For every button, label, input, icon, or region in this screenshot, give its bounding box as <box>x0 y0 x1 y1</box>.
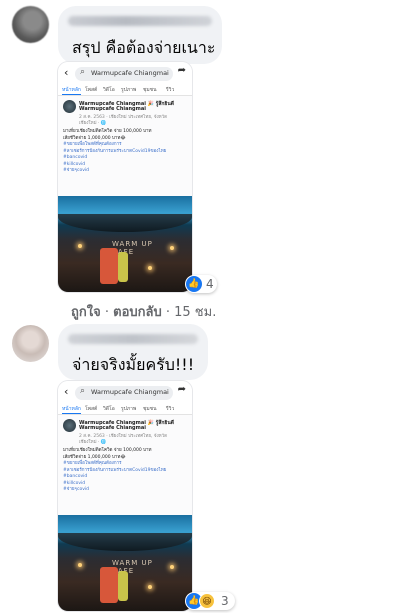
page-name-2: Warmupcafe Chiangmai <box>79 106 146 112</box>
screenshot-search-text: Warmupcafe Chiangmai <box>91 69 169 77</box>
screenshot-tab: รีวิว <box>166 87 175 93</box>
screenshot-tab: รีวิว <box>166 406 175 412</box>
screenshot-tab: รูปภาพ <box>121 87 137 93</box>
comment-bubble: สรุป คือต้องจ่ายเนาะ <box>58 6 222 64</box>
like-icon: 👍 <box>186 276 202 292</box>
screenshot-tabs: หน้าหลัก โพสต์ วิดีโอ รูปภาพ ชุมชน รีวิว <box>58 84 192 96</box>
search-icon: ⌕ <box>80 386 86 396</box>
share-icon: ➦ <box>177 65 186 76</box>
page-meta-2: เชียงใหม่ · 🌐 <box>79 440 107 445</box>
screenshot-post-body: มาเที่ยวเชียงใหม่ติดโควิด จ่าย 100,000 บ… <box>63 448 189 494</box>
awning <box>58 214 192 232</box>
comment-image[interactable]: ‹ ⌕ Warmupcafe Chiangmai ➦ หน้าหลัก โพสต… <box>58 381 192 611</box>
page-meta-2: เชียงใหม่ · 🌐 <box>79 121 107 126</box>
decor-figure <box>100 248 118 284</box>
search-icon: ⌕ <box>80 67 86 77</box>
screenshot-tab: ชุมชน <box>143 87 157 93</box>
hashtag: #จ่ายๆcovid <box>63 168 89 173</box>
reaction-count: 3 <box>221 594 229 608</box>
screenshot-post-header: Warmupcafe Chiangmai 🎉 รู้สึกยินดี Warmu… <box>63 419 187 445</box>
decor-figure <box>118 252 128 282</box>
reaction-summary[interactable]: 👍 😆 3 <box>185 592 235 610</box>
like-button[interactable]: ถูกใจ <box>71 305 101 320</box>
page-avatar <box>63 100 76 113</box>
comment-text: จ่ายจริงมั้ยครับ!!! <box>72 355 195 374</box>
back-arrow-icon: ‹ <box>64 66 69 79</box>
screenshot-topbar: ‹ ⌕ Warmupcafe Chiangmai ➦ <box>58 62 192 84</box>
cafe-photo: WARM UP CAFE <box>58 515 192 611</box>
avatar[interactable] <box>12 6 49 43</box>
reaction-summary[interactable]: 👍 4 <box>185 275 217 293</box>
page-name-2: Warmupcafe Chiangmai <box>79 425 146 431</box>
lamp <box>148 585 152 589</box>
screenshot-tab: โพสต์ <box>85 406 98 412</box>
commenter-name-blurred[interactable] <box>68 16 212 26</box>
comment-actions: ถูกใจ · ตอบกลับ · 15 ชม. <box>71 301 216 322</box>
comment-time[interactable]: 15 ชม. <box>174 305 216 320</box>
screenshot-tabs: หน้าหลัก โพสต์ วิดีโอ รูปภาพ ชุมชน รีวิว <box>58 403 192 415</box>
screenshot-tab: หน้าหลัก <box>62 87 81 95</box>
screenshot-post-header: Warmupcafe Chiangmai 🎉 รู้สึกยินดี Warmu… <box>63 100 187 126</box>
screenshot-tab: วิดีโอ <box>103 406 115 412</box>
haha-icon: 😆 <box>199 593 215 609</box>
back-arrow-icon: ‹ <box>64 385 69 398</box>
separator-dot: · <box>104 305 114 320</box>
commenter-name-blurred[interactable] <box>68 334 198 344</box>
comment-image[interactable]: ‹ ⌕ Warmupcafe Chiangmai ➦ หน้าหลัก โพสต… <box>58 62 192 292</box>
reaction-count: 4 <box>206 277 214 291</box>
comment-bubble: จ่ายจริงมั้ยครับ!!! <box>58 324 208 380</box>
screenshot-tab: หน้าหลัก <box>62 406 81 414</box>
hashtag: #จ่ายๆcovid <box>63 487 89 492</box>
comment-text: สรุป คือต้องจ่ายเนาะ <box>72 38 216 57</box>
lamp <box>78 563 82 567</box>
reply-button[interactable]: ตอบกลับ <box>113 305 162 320</box>
lamp <box>148 266 152 270</box>
decor-figure <box>118 571 128 601</box>
page-avatar <box>63 419 76 432</box>
avatar[interactable] <box>12 325 49 362</box>
awning <box>58 533 192 551</box>
share-icon: ➦ <box>177 384 186 395</box>
screenshot-tab: รูปภาพ <box>121 406 137 412</box>
screenshot-tab: วิดีโอ <box>103 87 115 93</box>
screenshot-tab: ชุมชน <box>143 406 157 412</box>
separator-dot: · <box>165 305 175 320</box>
screenshot-topbar: ‹ ⌕ Warmupcafe Chiangmai ➦ <box>58 381 192 403</box>
screenshot-tab: โพสต์ <box>85 87 98 93</box>
screenshot-search-box: ⌕ Warmupcafe Chiangmai <box>75 67 173 81</box>
cafe-photo: WARM UP CAFE <box>58 196 192 292</box>
screenshot-post-body: มาเที่ยวเชียงใหม่ติดโควิด จ่าย 100,000 บ… <box>63 129 189 175</box>
screenshot-search-text: Warmupcafe Chiangmai <box>91 388 169 396</box>
lamp <box>78 244 82 248</box>
decor-figure <box>100 567 118 603</box>
screenshot-search-box: ⌕ Warmupcafe Chiangmai <box>75 386 173 400</box>
